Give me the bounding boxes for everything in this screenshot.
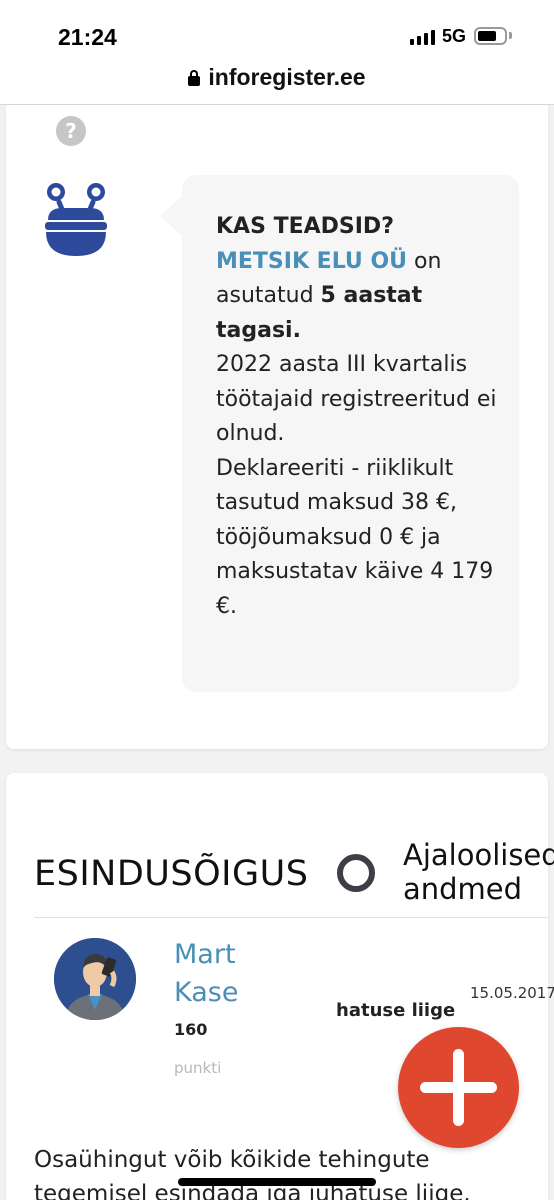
company-link[interactable]: METSIK ELU OÜ xyxy=(216,249,407,274)
history-toggle-label[interactable]: Ajaloolised andmed xyxy=(403,838,554,906)
plus-icon-vertical xyxy=(453,1049,464,1126)
help-icon[interactable]: ? xyxy=(56,116,86,146)
divider xyxy=(34,917,548,918)
browser-status-bar: 21:24 5G inforegister.ee xyxy=(0,0,554,105)
person-first-name: Mart xyxy=(174,939,236,970)
add-button[interactable] xyxy=(398,1027,519,1148)
history-label-line1: Ajaloolised xyxy=(403,838,554,872)
battery-tip xyxy=(509,32,512,39)
person-name-link[interactable]: Mart Kase xyxy=(174,936,238,1012)
avatar[interactable] xyxy=(54,938,136,1020)
status-time: 21:24 xyxy=(58,24,117,50)
founded-prefix: asutatud xyxy=(216,283,321,308)
on-word: on xyxy=(407,248,442,274)
battery-icon xyxy=(474,27,507,45)
history-label-line2: andmed xyxy=(403,872,523,906)
toggle-circle-icon[interactable] xyxy=(337,854,375,892)
employees-text: 2022 aasta III kvartalis töötajaid regis… xyxy=(216,352,497,446)
signal-icon xyxy=(410,29,435,45)
taxes-text: Deklareeriti - riiklikult tasutud maksud… xyxy=(216,455,494,619)
lock-icon xyxy=(188,69,201,86)
network-type: 5G xyxy=(442,26,467,46)
home-indicator[interactable] xyxy=(178,1178,376,1186)
bubble-tail xyxy=(160,196,182,236)
did-you-know-heading: KAS TEADSID? xyxy=(216,214,394,239)
person-last-name: Kase xyxy=(174,977,239,1008)
robot-mascot-icon xyxy=(45,183,107,256)
section-title: ESINDUSÕIGUS xyxy=(34,854,309,894)
avatar-illustration xyxy=(54,938,136,1020)
role-date: 15.05.2017 xyxy=(470,984,554,1002)
representation-description: Osaühingut võib kõikide tehingute tegemi… xyxy=(34,1147,471,1200)
points-value: 160 xyxy=(174,1020,208,1039)
person-role: hatuse liige xyxy=(336,1000,456,1021)
url-text: inforegister.ee xyxy=(208,64,366,90)
points-label: punkti xyxy=(174,1059,222,1077)
url-bar[interactable]: inforegister.ee xyxy=(0,64,554,91)
did-you-know-text: KAS TEADSID? METSIK ELU OÜ on asutatud 5… xyxy=(216,210,506,624)
